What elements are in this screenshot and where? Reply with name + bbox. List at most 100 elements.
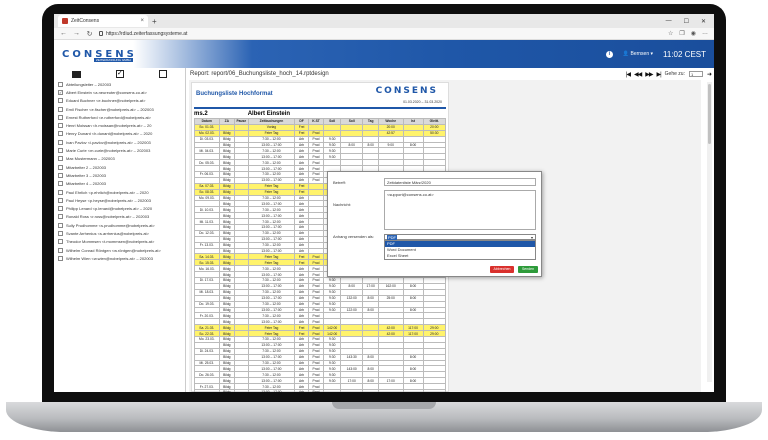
employee-list-item[interactable]: Mitarbeiter 3 – 202003: [54, 171, 185, 179]
table-cell: [234, 388, 249, 392]
subject-label: Betreff:: [333, 180, 346, 185]
employee-list-item[interactable]: Ronald Ross <r.ross@nobelpreis.at> – 202…: [54, 213, 185, 221]
employee-list-item[interactable]: Ernest Rutherford <e.rutherford@nobelpre…: [54, 113, 185, 121]
employee-list-item[interactable]: Paul Heyse <p.heyse@nobelpreis.at> – 202…: [54, 196, 185, 204]
employee-checkbox[interactable]: [58, 247, 63, 253]
employee-checkbox[interactable]: [58, 148, 63, 154]
employee-checkbox[interactable]: [58, 106, 63, 112]
message-textarea[interactable]: <support@consens.co.at>: [384, 190, 536, 230]
more-menu-icon[interactable]: …: [702, 30, 708, 37]
employee-checkbox[interactable]: [58, 239, 63, 245]
employee-list-item[interactable]: Marie Curie <m.curie@nobelpreis.at> – 20…: [54, 146, 185, 154]
scrollbar-thumb[interactable]: [708, 84, 711, 144]
profile-icon[interactable]: ◉: [691, 30, 696, 37]
screen: ZeitConsens × + — ☐ ✕ ← → ↻ https://rdiu…: [54, 14, 714, 392]
back-icon[interactable]: ←: [60, 30, 67, 37]
employee-list-item[interactable]: Mitarbeiter 2 – 202003: [54, 163, 185, 171]
vertical-scrollbar[interactable]: [707, 82, 712, 382]
employee-checkbox[interactable]: [58, 189, 63, 195]
employee-list-item[interactable]: Philipp Lenard <p.lenard@nobelpreis.at> …: [54, 204, 185, 212]
new-tab-button[interactable]: +: [152, 17, 157, 26]
employee-checkbox[interactable]: [58, 139, 63, 145]
employee-list-item[interactable]: Emil Fischer <e.fischer@nobelpreis.at> –…: [54, 105, 185, 113]
employee-label: Philipp Lenard <p.lenard@nobelpreis.at> …: [66, 206, 153, 212]
user-menu[interactable]: 👤 Bernsen ▾: [623, 51, 653, 57]
employee-checkbox[interactable]: [58, 123, 63, 129]
goto-page-input[interactable]: 1: [688, 71, 703, 77]
close-tab-icon[interactable]: ×: [140, 18, 144, 24]
employee-checkbox[interactable]: [58, 131, 63, 137]
app-favicon-icon: [62, 18, 68, 24]
employee-list-item[interactable]: Henry Dunant <h.dunant@nobelpreis.at> – …: [54, 130, 185, 138]
employee-checkbox[interactable]: [58, 181, 63, 187]
employee-list-item[interactable]: Svante Arrhenius <s.arrhenius@nobelpreis…: [54, 229, 185, 237]
tab-title: ZeitConsens: [71, 18, 100, 24]
employee-list-item[interactable]: ✓ Albert Einstein <a.neureuter@consens.co…: [54, 88, 185, 96]
minimize-button[interactable]: —: [666, 18, 672, 25]
employee-checkbox[interactable]: [58, 214, 63, 220]
employee-list-item[interactable]: Max Mustermann – 202003: [54, 155, 185, 163]
deselect-all-icon[interactable]: [159, 70, 168, 78]
employee-checkbox[interactable]: [58, 222, 63, 228]
table-cell: [402, 388, 424, 392]
header-right: i 👤 Bernsen ▾ 11:02 CEST: [605, 50, 706, 59]
employee-checkbox[interactable]: [58, 230, 63, 236]
first-page-button[interactable]: |◀: [626, 71, 631, 78]
employee-list-item[interactable]: Paul Ehrlich <p.ehrlich@nobelpreis.at> –…: [54, 188, 185, 196]
prev-page-button[interactable]: ◀◀: [634, 71, 642, 78]
table-cell: Arb: [294, 388, 309, 392]
header-divider: [194, 107, 446, 109]
employee-checkbox[interactable]: ✓: [58, 89, 63, 95]
employee-list-item[interactable]: Sully Prudhomme <s.prudhomme@nobelpreis.…: [54, 221, 185, 229]
goto-label: Gehe zu:: [664, 71, 685, 77]
employee-list: Abteilungsleiter – 202003 ✓ Albert Einstei…: [54, 80, 185, 263]
employee-list-item[interactable]: Abteilungsleiter – 202003: [54, 80, 185, 88]
employee-pane: ✓ Abteilungsleiter – 202003 ✓ Albert Einst…: [54, 68, 186, 392]
employee-checkbox[interactable]: [58, 156, 63, 162]
last-page-button[interactable]: ▶|: [656, 71, 661, 78]
subject-input[interactable]: Zeitdatenliste März/2020: [384, 178, 536, 186]
send-button[interactable]: Senden: [518, 266, 538, 273]
info-icon[interactable]: i: [605, 50, 613, 58]
close-window-button[interactable]: ✕: [701, 18, 706, 25]
employee-checkbox[interactable]: [58, 164, 63, 170]
employee-checkbox[interactable]: [58, 206, 63, 212]
mail-icon[interactable]: [71, 70, 81, 78]
attach-format-option[interactable]: Excel Sheet: [385, 253, 535, 259]
maximize-button[interactable]: ☐: [684, 18, 689, 25]
attach-label: Anhang versenden als:: [333, 234, 374, 239]
employee-label: Eduard Buchner <e.buchner@nobelpreis.at>: [66, 98, 146, 104]
select-all-icon[interactable]: ✓: [115, 70, 124, 78]
employee-checkbox[interactable]: [58, 114, 63, 120]
next-page-button[interactable]: ▶▶: [645, 71, 653, 78]
employee-list-item[interactable]: Eduard Buchner <e.buchner@nobelpreis.at>: [54, 97, 185, 105]
employee-label: Sully Prudhomme <s.prudhomme@nobelpreis.…: [66, 222, 155, 228]
employee-list-item[interactable]: Ivan Pavlov <i.pavlov@nobelpreis.at> – 2…: [54, 138, 185, 146]
employee-list-item[interactable]: Henri Moissan <h.moissan@nobelpreis.at> …: [54, 121, 185, 129]
table-row: Bildg 13:00 – 17:00ArbProd: [194, 388, 447, 392]
employee-label: Abteilungsleiter – 202003: [66, 81, 112, 87]
favorite-star-icon[interactable]: ☆: [668, 30, 673, 37]
employee-list-item[interactable]: Wilhelm Conrad Röntgen <w.röntgen@nobelp…: [54, 246, 185, 254]
employee-checkbox[interactable]: [58, 98, 63, 104]
table-cell: [362, 388, 379, 392]
employee-list-item[interactable]: Mitarbeiter 4 – 202003: [54, 180, 185, 188]
employee-label: Henry Dunant <h.dunant@nobelpreis.at> – …: [66, 131, 153, 137]
collections-icon[interactable]: ❐: [679, 30, 684, 37]
forward-icon[interactable]: →: [73, 30, 80, 37]
reload-icon[interactable]: ↻: [86, 30, 93, 38]
employee-list-item[interactable]: Theodor Mommsen <t.mommsen@nobelpreis.at…: [54, 238, 185, 246]
goto-arrow-icon[interactable]: ➜: [707, 71, 712, 78]
browser-tab[interactable]: ZeitConsens ×: [58, 15, 148, 27]
employee-checkbox[interactable]: [58, 172, 63, 178]
cancel-button[interactable]: Abbrechen: [490, 266, 514, 273]
employee-label: Ernest Rutherford <e.rutherford@nobelpre…: [66, 114, 151, 120]
table-cell: [340, 388, 364, 392]
url-field[interactable]: https://rdiud.zeiterfassungsysteme.at: [99, 31, 662, 37]
employee-checkbox[interactable]: [58, 197, 63, 203]
employee-checkbox[interactable]: [58, 81, 63, 87]
employee-checkbox[interactable]: [58, 255, 63, 261]
address-bar: ← → ↻ https://rdiud.zeiterfassungsysteme…: [54, 28, 714, 40]
employee-list-item[interactable]: Wilhelm Wien <w.wien@nobelpreis.at> – 20…: [54, 254, 185, 262]
employee-pane-toolbar: ✓: [54, 68, 185, 80]
